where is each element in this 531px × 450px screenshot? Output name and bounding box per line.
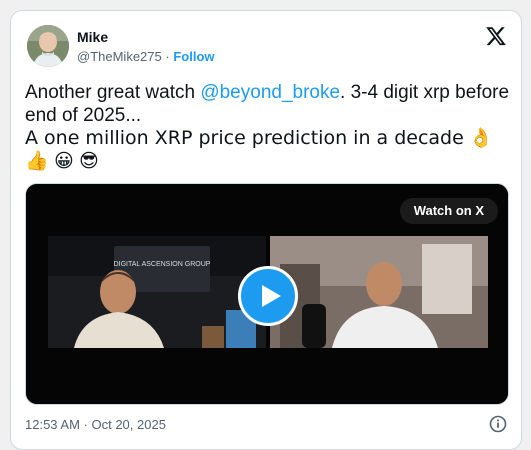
follow-button[interactable]: Follow [173, 49, 214, 64]
watch-on-x-button[interactable]: Watch on X [399, 198, 498, 224]
video-player[interactable]: DIGITAL ASCENSION GROUP Watch on X [25, 183, 509, 405]
info-icon[interactable] [489, 415, 507, 433]
author-handle[interactable]: @TheMike275 [77, 49, 162, 64]
author-name[interactable]: Mike [77, 29, 108, 45]
sunglasses-emoji: 😎 [79, 150, 99, 172]
tweet-text: Another great watch @beyond_broke. 3-4 d… [25, 81, 511, 173]
tweet-text-part: Another great watch [25, 82, 201, 103]
tweet-line-1: Another great watch @beyond_broke. 3-4 d… [25, 81, 511, 127]
thumbs-up-emoji: 👍 [25, 150, 49, 172]
x-logo-icon[interactable] [485, 25, 507, 47]
avatar[interactable] [27, 25, 69, 67]
sign-text: DIGITAL ASCENSION GROUP [114, 261, 211, 268]
separator-dot: · [165, 49, 170, 64]
play-icon[interactable] [238, 266, 298, 326]
tweet-text-part: A one million XRP price prediction in a … [25, 127, 464, 149]
tweet-line-2: A one million XRP price prediction in a … [25, 127, 511, 173]
timestamp[interactable]: 12:53 AM · Oct 20, 2025 [25, 417, 166, 432]
tweet-card: Mike @TheMike275 · Follow Another great … [10, 10, 522, 450]
author-handle-row: @TheMike275 · Follow [77, 49, 215, 64]
ok-hand-emoji: 👌 [469, 127, 493, 149]
grinning-face-emoji: 😀 [53, 150, 74, 172]
mention-link[interactable]: @beyond_broke [200, 82, 340, 103]
